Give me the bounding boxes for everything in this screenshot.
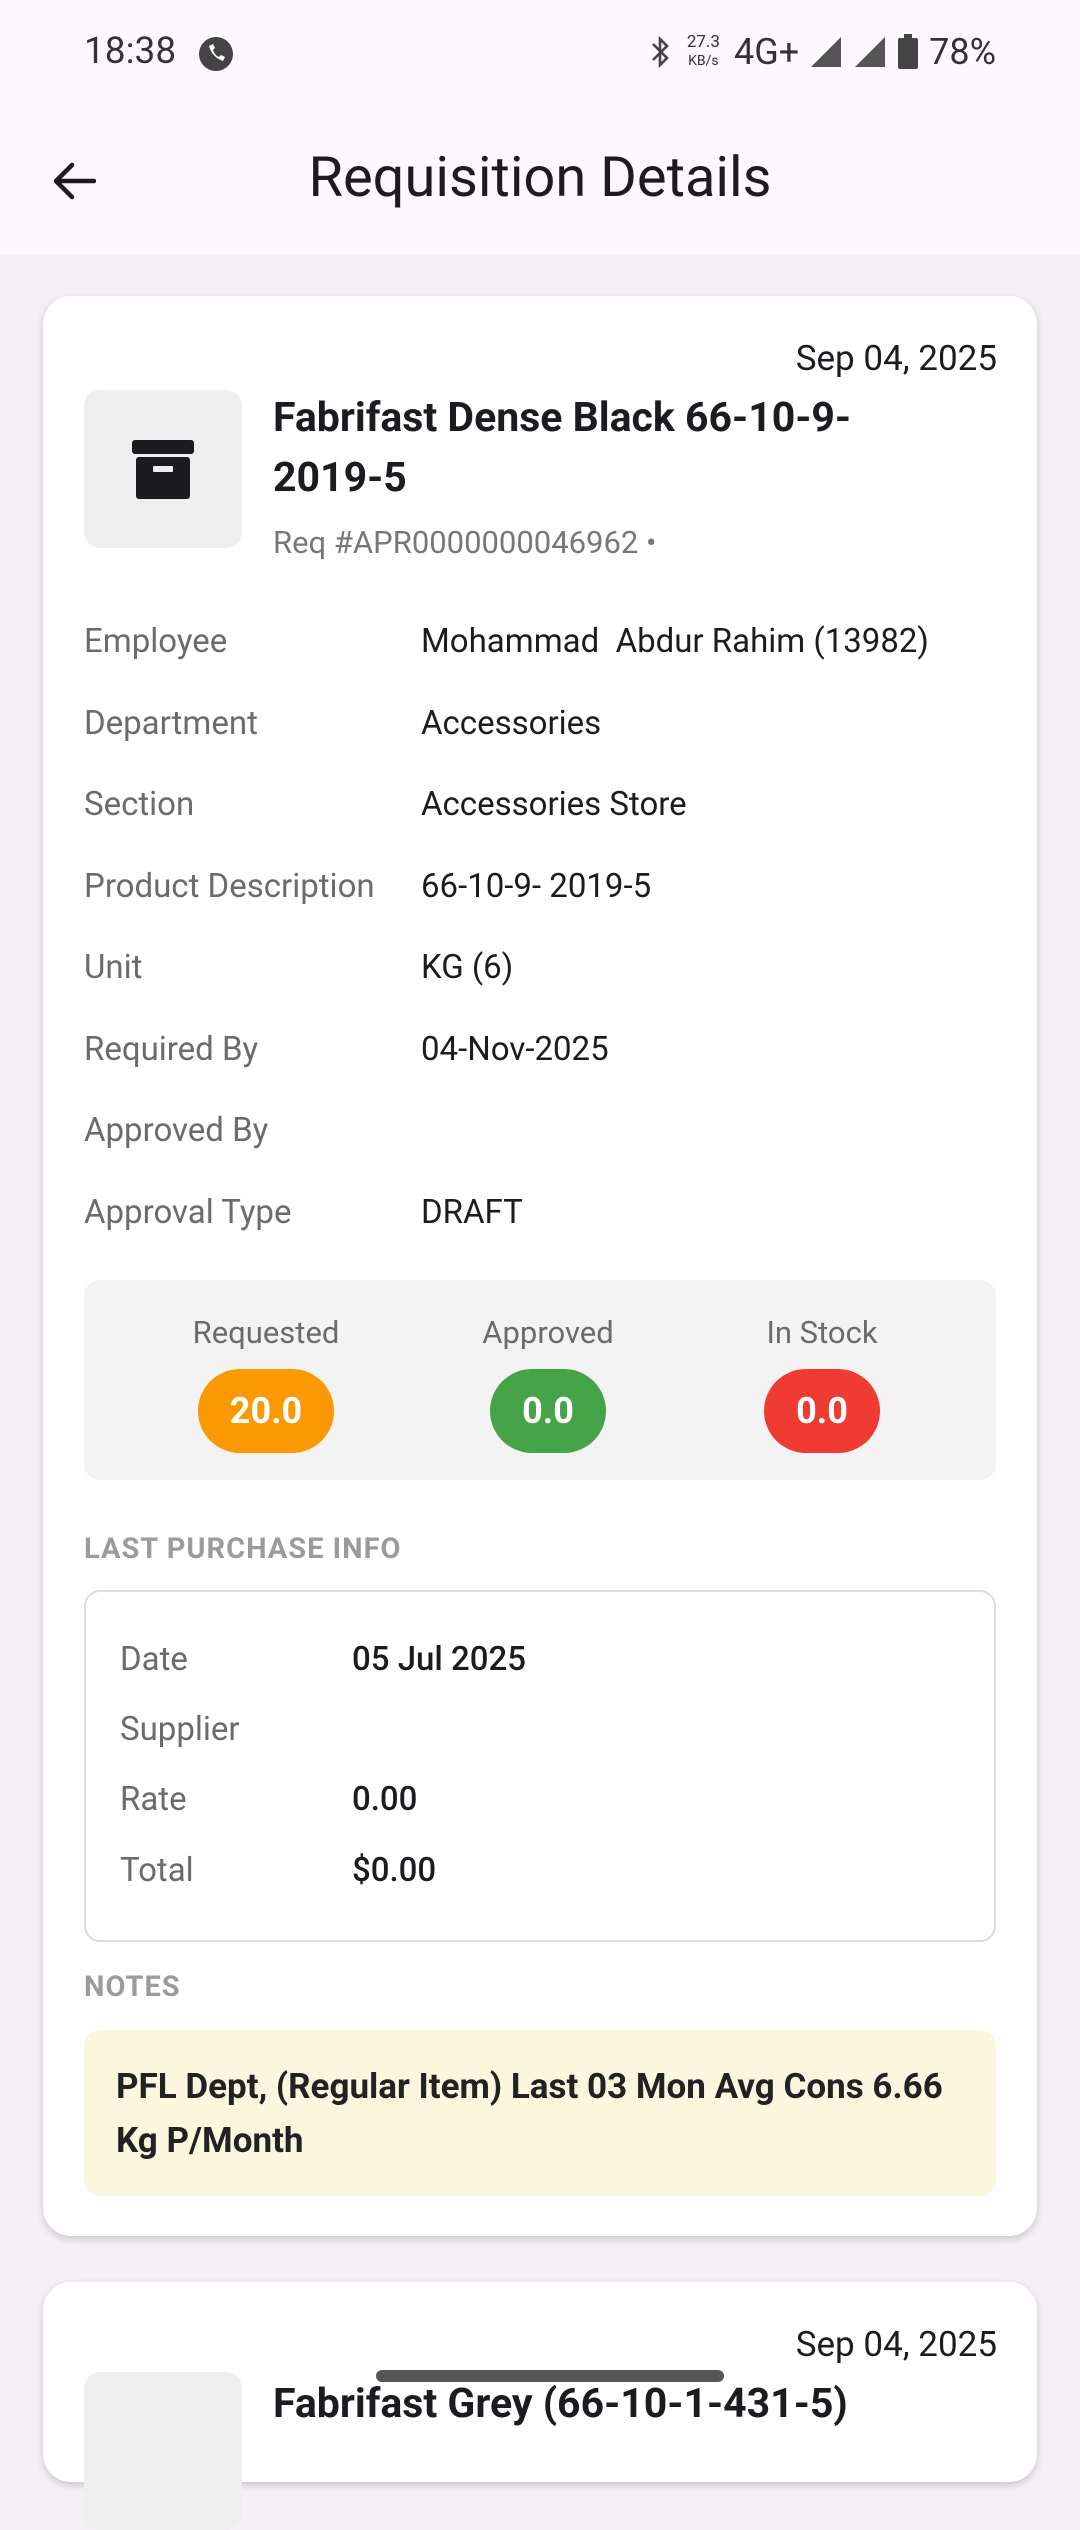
detail-value: Accessories Store: [421, 785, 687, 824]
arrow-left-icon: [53, 162, 96, 200]
bluetooth-icon: [651, 35, 669, 69]
requested-quantity: Requested 20.0: [166, 1314, 366, 1453]
status-icons: 27.3 KB/s 4G+ 78%: [649, 28, 996, 76]
requested-label: Requested: [192, 1314, 340, 1351]
notes-heading: NOTES: [84, 1970, 181, 2004]
purchase-value: 05 Jul 2025: [352, 1640, 527, 1679]
purchase-label: Supplier: [120, 1710, 240, 1749]
notes-box: PFL Dept, (Regular Item) Last 03 Mon Avg…: [84, 2030, 996, 2196]
purchase-row-rate: Rate 0.00: [120, 1780, 417, 1819]
status-bar: 18:38 27.3 KB/s 4G+ 78%: [0, 0, 1080, 104]
battery-icon: [898, 34, 919, 69]
detail-label: Approved By: [84, 1111, 269, 1150]
approved-badge: 0.0: [490, 1369, 606, 1453]
detail-row-product-description: Product Description 66-10-9- 2019-5: [84, 861, 994, 943]
purchase-row-total: Total $0.00: [120, 1851, 436, 1890]
detail-row-approval-type: Approval Type DRAFT: [84, 1187, 994, 1269]
requisition-number: Req #APR0000000046962 •: [273, 524, 657, 561]
app-bar: Requisition Details: [0, 104, 1080, 254]
call-notification-icon: [199, 37, 233, 71]
detail-row-required-by: Required By 04-Nov-2025: [84, 1024, 994, 1106]
item-thumbnail: [84, 390, 242, 548]
requisition-card[interactable]: Sep 04, 2025 Fabrifast Dense Black 66-10…: [43, 296, 1037, 2236]
detail-row-approved-by: Approved By: [84, 1105, 994, 1187]
detail-value: Accessories: [421, 703, 602, 743]
detail-row-section: Section Accessories Store: [84, 779, 994, 861]
detail-label: Section: [84, 785, 195, 824]
signal-icon-1: [811, 37, 842, 67]
in-stock-badge: 0.0: [764, 1369, 880, 1453]
network-speed: 27.3 KB/s: [686, 32, 720, 70]
signal-icon-2: [855, 37, 886, 67]
purchase-row-supplier: Supplier: [120, 1710, 352, 1749]
purchase-label: Total: [120, 1851, 194, 1890]
detail-value: Mohammad Abdur Rahim (13982): [421, 622, 929, 661]
last-purchase-heading: LAST PURCHASE INFO: [84, 1532, 402, 1566]
next-item-title: Fabrifast Grey (66-10-1-431-5): [273, 2380, 848, 2428]
quantity-summary: Requested 20.0 Approved 0.0 In Stock 0.0: [84, 1280, 996, 1480]
requested-badge: 20.0: [197, 1369, 335, 1453]
detail-label: Product Description: [84, 866, 375, 906]
detail-row-unit: Unit KG (6): [84, 942, 994, 1024]
in-stock-quantity: In Stock 0.0: [722, 1314, 922, 1453]
in-stock-label: In Stock: [766, 1314, 878, 1351]
item-title: Fabrifast Dense Black 66-10-9-2019-5: [273, 394, 852, 502]
detail-label: Required By: [84, 1029, 259, 1069]
detail-row-department: Department Accessories: [84, 698, 994, 780]
next-requisition-date: Sep 04, 2025: [795, 2324, 997, 2365]
status-time: 18:38: [84, 30, 177, 73]
requisition-date: Sep 04, 2025: [795, 338, 997, 379]
detail-label: Employee: [84, 622, 228, 661]
purchase-row-date: Date 05 Jul 2025: [120, 1640, 526, 1679]
details-list: Employee Mohammad Abdur Rahim (13982) De…: [84, 616, 994, 1268]
gesture-navigation-bar[interactable]: [376, 2370, 724, 2382]
detail-row-employee: Employee Mohammad Abdur Rahim (13982): [84, 616, 994, 698]
last-purchase-box: Date 05 Jul 2025 Supplier Rate 0.00 Tota…: [84, 1590, 996, 1942]
page-title: Requisition Details: [308, 144, 772, 210]
detail-value: DRAFT: [421, 1192, 523, 1232]
purchase-label: Date: [120, 1640, 188, 1679]
battery-level: 78%: [929, 31, 996, 73]
detail-label: Unit: [84, 948, 143, 987]
next-requisition-card[interactable]: Sep 04, 2025 Fabrifast Grey (66-10-1-431…: [43, 2282, 1037, 2530]
archive-box-icon: [132, 440, 194, 499]
detail-value: KG (6): [421, 948, 514, 987]
detail-label: Approval Type: [84, 1192, 292, 1232]
back-button[interactable]: [40, 148, 106, 214]
network-type: 4G+: [733, 31, 800, 73]
purchase-label: Rate: [120, 1780, 187, 1819]
detail-label: Department: [84, 703, 258, 743]
next-item-thumbnail: [84, 2372, 242, 2530]
purchase-value: 0.00: [352, 1780, 418, 1819]
notes-text: PFL Dept, (Regular Item) Last 03 Mon Avg…: [116, 2066, 943, 2161]
approved-label: Approved: [482, 1314, 614, 1351]
purchase-value: $0.00: [352, 1851, 437, 1890]
approved-quantity: Approved 0.0: [448, 1314, 648, 1453]
detail-value: 04-Nov-2025: [421, 1029, 609, 1069]
detail-value: 66-10-9- 2019-5: [421, 866, 652, 906]
